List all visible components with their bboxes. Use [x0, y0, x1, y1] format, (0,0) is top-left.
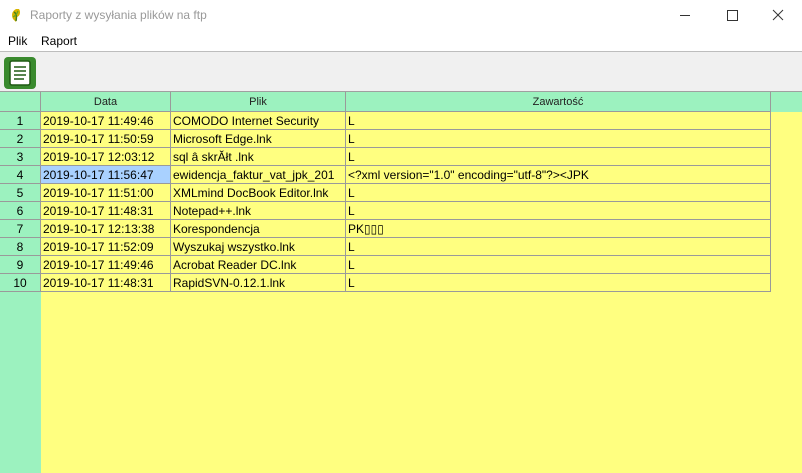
row-number[interactable]: 2	[0, 130, 41, 148]
maximize-button[interactable]	[709, 0, 755, 31]
minimize-icon	[680, 15, 690, 16]
cell-zawartosc[interactable]: <?xml version="1.0" encoding="utf-8"?><J…	[346, 166, 771, 184]
window-title: Raporty z wysyłania plików na ftp	[30, 8, 207, 22]
report-button[interactable]	[4, 57, 36, 89]
title-bar: Raporty z wysyłania plików na ftp	[0, 0, 802, 31]
cell-data[interactable]: 2019-10-17 12:03:12	[41, 148, 171, 166]
document-list-icon	[9, 60, 31, 86]
cell-data[interactable]: 2019-10-17 11:48:31	[41, 202, 171, 220]
cell-zawartosc[interactable]: L	[346, 238, 771, 256]
cell-data[interactable]: 2019-10-17 11:49:46	[41, 256, 171, 274]
menu-raport[interactable]: Raport	[41, 34, 77, 48]
cell-plik[interactable]: Wyszukaj wszystko.lnk	[171, 238, 346, 256]
table-row[interactable]: 7 2019-10-17 12:13:38 Korespondencja PK▯▯▯	[0, 220, 771, 238]
cell-data[interactable]: 2019-10-17 11:48:31	[41, 274, 171, 292]
cell-plik[interactable]: COMODO Internet Security	[171, 112, 346, 130]
row-number[interactable]: 9	[0, 256, 41, 274]
cell-zawartosc[interactable]: L	[346, 130, 771, 148]
close-icon	[772, 9, 784, 21]
cell-plik[interactable]: Korespondencja	[171, 220, 346, 238]
grid-corner[interactable]	[0, 92, 41, 112]
table-row[interactable]: 5 2019-10-17 11:51:00 XMLmind DocBook Edit…	[0, 184, 771, 202]
cell-data[interactable]: 2019-10-17 11:56:47	[41, 166, 171, 184]
row-number[interactable]: 6	[0, 202, 41, 220]
cell-zawartosc[interactable]: L	[346, 274, 771, 292]
cell-zawartosc[interactable]: L	[346, 202, 771, 220]
menu-bar: Plik Raport	[0, 31, 802, 51]
cell-plik[interactable]: XMLmind DocBook Editor.lnk	[171, 184, 346, 202]
cell-plik[interactable]: Notepad++.lnk	[171, 202, 346, 220]
maximize-icon	[727, 10, 738, 21]
row-number[interactable]: 10	[0, 274, 41, 292]
cell-plik[interactable]: ewidencja_faktur_vat_jpk_201	[171, 166, 346, 184]
row-number[interactable]: 7	[0, 220, 41, 238]
toolbar	[0, 51, 802, 91]
table-row[interactable]: 3 2019-10-17 12:03:12 sql â skrĂłt .lnk L	[0, 148, 771, 166]
table-row[interactable]: 10 2019-10-17 11:48:31 RapidSVN-0.12.1.lnk…	[0, 274, 771, 292]
cell-plik[interactable]: Microsoft Edge.lnk	[171, 130, 346, 148]
cell-data[interactable]: 2019-10-17 11:50:59	[41, 130, 171, 148]
table-row[interactable]: 4 2019-10-17 11:56:47 ewidencja_faktur_vat…	[0, 166, 771, 184]
report-grid[interactable]: Data Plik Zawartość 1 2019-10-17 11:49:46…	[0, 91, 802, 473]
row-number[interactable]: 1	[0, 112, 41, 130]
table-row[interactable]: 1 2019-10-17 11:49:46 COMODO Internet Secu…	[0, 112, 771, 130]
row-number[interactable]: 5	[0, 184, 41, 202]
cell-data[interactable]: 2019-10-17 11:51:00	[41, 184, 171, 202]
cell-data[interactable]: 2019-10-17 11:49:46	[41, 112, 171, 130]
row-number[interactable]: 4	[0, 166, 41, 184]
cell-plik[interactable]: RapidSVN-0.12.1.lnk	[171, 274, 346, 292]
menu-plik[interactable]: Plik	[8, 34, 27, 48]
table-row[interactable]: 2 2019-10-17 11:50:59 Microsoft Edge.lnk L	[0, 130, 771, 148]
table-row[interactable]: 9 2019-10-17 11:49:46 Acrobat Reader DC.ln…	[0, 256, 771, 274]
close-button[interactable]	[755, 0, 801, 31]
table-row[interactable]: 6 2019-10-17 11:48:31 Notepad++.lnk L	[0, 202, 771, 220]
minimize-button[interactable]	[662, 0, 708, 31]
cell-data[interactable]: 2019-10-17 11:52:09	[41, 238, 171, 256]
cell-data[interactable]: 2019-10-17 12:13:38	[41, 220, 171, 238]
column-header-plik[interactable]: Plik	[171, 92, 346, 112]
column-header-data[interactable]: Data	[41, 92, 171, 112]
row-number[interactable]: 3	[0, 148, 41, 166]
cell-zawartosc[interactable]: L	[346, 184, 771, 202]
app-leaf-icon	[12, 9, 21, 22]
table-row[interactable]: 8 2019-10-17 11:52:09 Wyszukaj wszystko.ln…	[0, 238, 771, 256]
column-header-zawartosc[interactable]: Zawartość	[346, 92, 771, 112]
row-number[interactable]: 8	[0, 238, 41, 256]
cell-zawartosc[interactable]: L	[346, 256, 771, 274]
cell-plik[interactable]: sql â skrĂłt .lnk	[171, 148, 346, 166]
cell-zawartosc[interactable]: PK▯▯▯	[346, 220, 771, 238]
cell-plik[interactable]: Acrobat Reader DC.lnk	[171, 256, 346, 274]
cell-zawartosc[interactable]: L	[346, 112, 771, 130]
cell-zawartosc[interactable]: L	[346, 148, 771, 166]
